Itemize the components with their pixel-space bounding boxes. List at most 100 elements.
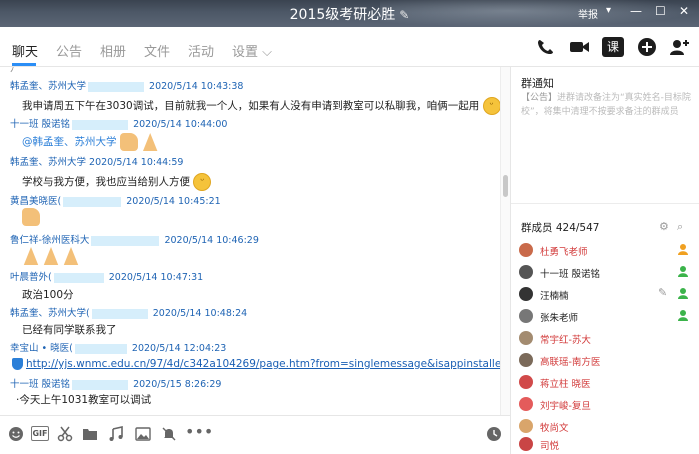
member-item[interactable]: 汪楠楠 ✎ xyxy=(519,286,689,304)
close-button[interactable]: ✕ xyxy=(679,4,689,18)
menu-caret-icon[interactable]: ▾ xyxy=(606,5,611,16)
member-item[interactable]: 司悦 xyxy=(519,436,689,454)
image-icon[interactable] xyxy=(135,426,151,442)
minimize-button[interactable]: — xyxy=(630,4,642,18)
chat-message-list[interactable]: ﾉ 韩孟奎、苏州大学 2020/5/14 10:43:38 我申请周五下午在30… xyxy=(0,67,500,415)
message-time: 2020/5/14 10:47:31 xyxy=(108,272,204,283)
members-count: 群成员 424/547 xyxy=(521,222,600,234)
maximize-button[interactable]: ☐ xyxy=(655,4,666,18)
invite-member-icon[interactable] xyxy=(668,37,690,57)
report-button[interactable]: 举报 xyxy=(578,6,598,21)
message-body: 政治100分 xyxy=(22,289,74,301)
grin-emoji-icon: ᵕ xyxy=(482,97,500,115)
message-body: 我申请周五下午在3030调试，目前就我一个人，如果有人没有申请到教室可以私聊我，… xyxy=(22,100,480,112)
member-name: 刘宇峻-复旦 xyxy=(540,401,591,412)
message-text: 我申请周五下午在3030调试，目前就我一个人，如果有人没有申请到教室可以私聊我，… xyxy=(22,97,500,115)
group-notice-body[interactable]: 【公告】进群请改备注为“真实姓名-目标院校”，将集中清理不按要求备注的群成员 xyxy=(521,91,693,119)
member-search-icon[interactable]: ⌕ xyxy=(677,220,683,234)
more-options-icon[interactable]: ••• xyxy=(185,424,213,442)
member-item[interactable]: 常宇红-苏大 xyxy=(519,330,689,348)
sender-name[interactable]: 韩孟奎、苏州大学 xyxy=(10,81,86,92)
group-name: 2015级考研必胜 xyxy=(289,7,396,23)
sender-name[interactable]: 幸宝山 • 晓医 xyxy=(10,343,69,354)
member-item[interactable]: 刘宇峻-复旦 xyxy=(519,396,689,414)
message-header: 鲁仁祥-徐州医科大 2020/5/14 10:46:29 xyxy=(10,232,259,246)
gif-icon[interactable]: GIF xyxy=(31,426,49,441)
message-text: @韩孟奎、苏州大学 xyxy=(22,133,161,151)
tab-bar: 聊天 公告 相册 文件 活动 设置 ⌵ 课 xyxy=(0,27,699,67)
grin-emoji-icon: ᵕ xyxy=(193,173,212,191)
blurred-name xyxy=(53,272,104,283)
message-body: ·今天上午1031教室可以调试 xyxy=(16,394,152,406)
screenshot-scissors-icon[interactable] xyxy=(57,426,73,442)
message-header: 韩孟奎、苏州大学 2020/5/14 10:44:59 xyxy=(10,154,183,168)
tab-files[interactable]: 文件 xyxy=(144,41,170,60)
thumbs-up-emoji-icon xyxy=(22,208,40,226)
member-name: 高联瑶-南方医 xyxy=(540,357,601,368)
avatar xyxy=(519,437,533,451)
blurred-name xyxy=(63,196,122,207)
tab-settings[interactable]: 设置 ⌵ xyxy=(232,41,272,60)
sender-name[interactable]: 鲁仁祥-徐州医科大 xyxy=(10,235,89,246)
avatar xyxy=(519,243,533,257)
active-tab-indicator xyxy=(12,63,36,66)
member-name: 杜勇飞老师 xyxy=(540,247,588,258)
member-item[interactable]: 高联瑶-南方医 xyxy=(519,352,689,370)
avatar xyxy=(519,397,533,411)
tab-album[interactable]: 相册 xyxy=(100,41,126,60)
tab-activity[interactable]: 活动 xyxy=(188,41,214,60)
video-call-icon[interactable] xyxy=(568,37,590,57)
message-header: 韩孟奎、苏州大学( 2020/5/14 10:48:24 xyxy=(10,308,248,319)
message-body: 已经有同学联系我了 xyxy=(22,324,117,336)
music-icon[interactable] xyxy=(108,426,124,442)
tab-announcement[interactable]: 公告 xyxy=(56,41,82,60)
folder-icon[interactable] xyxy=(82,426,98,442)
group-notice-title: 群通知 xyxy=(521,77,554,90)
add-icon[interactable] xyxy=(636,37,658,57)
sender-name[interactable]: 十一班 殷诺铭 xyxy=(10,119,70,130)
message-text xyxy=(22,208,40,226)
message-text: 已经有同学联系我了 xyxy=(22,322,117,337)
lesson-button[interactable]: 课 xyxy=(602,37,624,57)
tab-chat[interactable]: 聊天 xyxy=(12,41,38,60)
security-shield-icon xyxy=(12,358,23,370)
message-time: 2020/5/14 10:46:29 xyxy=(164,235,259,246)
blurred-name xyxy=(88,81,145,92)
chat-scrollbar[interactable] xyxy=(500,67,510,415)
sender-name[interactable]: 韩孟奎、苏州大学 xyxy=(10,308,86,319)
blurred-name xyxy=(72,379,129,390)
member-item[interactable]: 杜勇飞老师 xyxy=(519,242,689,260)
sender-name[interactable]: 韩孟奎、苏州大学 xyxy=(10,157,86,168)
member-item[interactable]: 牧尚文 xyxy=(519,418,689,436)
member-name: 牧尚文 xyxy=(540,423,569,434)
edit-pencil-icon[interactable]: ✎ xyxy=(658,286,667,299)
member-name: 十一班 殷诺铭 xyxy=(540,269,601,280)
avatar xyxy=(519,287,533,301)
mention-link[interactable]: @韩孟奎、苏州大学 xyxy=(22,136,117,148)
sender-name[interactable]: 黄昌美晓医 xyxy=(10,196,58,207)
chat-scrollbar-thumb[interactable] xyxy=(503,175,508,197)
edit-name-icon[interactable]: ✎ xyxy=(399,8,409,22)
avatar xyxy=(519,419,533,433)
mute-notification-icon[interactable] xyxy=(161,426,177,442)
message-header: 韩孟奎、苏州大学 2020/5/14 10:43:38 xyxy=(10,78,243,92)
member-name: 汪楠楠 xyxy=(540,291,569,302)
message-text: ·今天上午1031教室可以调试 xyxy=(16,392,151,407)
history-clock-icon[interactable] xyxy=(486,426,502,442)
emoji-icon[interactable] xyxy=(8,426,24,442)
phone-call-icon[interactable] xyxy=(535,37,557,57)
member-settings-icon[interactable]: ⚙ xyxy=(659,220,669,233)
member-item[interactable]: 蒋立柱 晓医 xyxy=(519,374,689,392)
member-item[interactable]: 张朱老师 xyxy=(519,308,689,326)
praying-hands-emoji-icon xyxy=(43,247,59,265)
member-name: 蒋立柱 晓医 xyxy=(540,379,591,390)
member-item[interactable]: 十一班 殷诺铭 xyxy=(519,264,689,282)
member-list-scrollbar[interactable] xyxy=(690,67,698,454)
sender-name[interactable]: 十一班 殷诺铭 xyxy=(10,379,70,390)
thumbs-up-emoji-icon xyxy=(119,133,138,151)
message-body: 学校与我方便，我也应当给别人方便 xyxy=(22,176,190,188)
praying-hands-emoji-icon xyxy=(23,247,39,265)
sender-name[interactable]: 叶晨普外 xyxy=(10,272,48,283)
admin-badge-icon xyxy=(678,244,688,255)
message-link[interactable]: http://yjs.wnmc.edu.cn/97/4d/c342a104269… xyxy=(26,358,500,370)
